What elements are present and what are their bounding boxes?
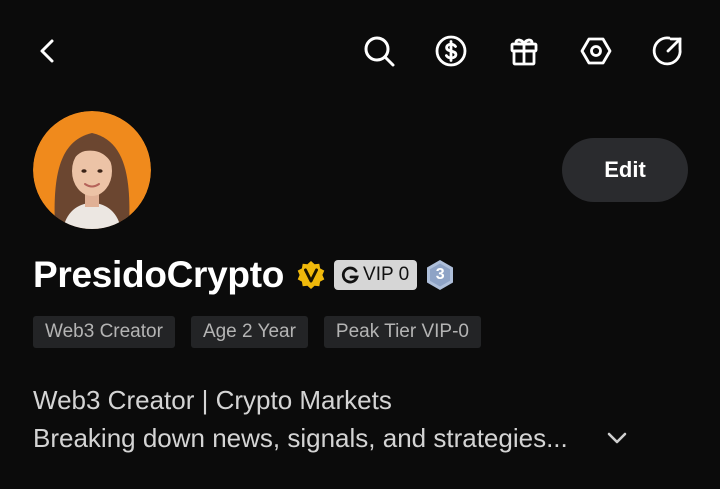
vip-g-icon <box>341 266 359 284</box>
settings-icon <box>580 37 612 65</box>
vip-label: VIP 0 <box>363 264 410 285</box>
edit-profile-button[interactable]: Edit <box>562 138 688 202</box>
verified-v-icon <box>297 261 325 289</box>
tag-creator: Web3 Creator <box>33 316 175 348</box>
avatar[interactable] <box>33 111 151 229</box>
level-badge[interactable]: 3 <box>425 259 455 291</box>
name-row: PresidoCrypto VIP 0 3 <box>33 252 455 298</box>
chevron-down-icon[interactable] <box>604 428 630 448</box>
username: PresidoCrypto <box>33 254 285 295</box>
bio-line-1: Web3 Creator | Crypto Markets <box>33 385 392 415</box>
dollar-button[interactable] <box>433 33 469 69</box>
dollar-icon <box>435 35 467 67</box>
share-button[interactable] <box>650 33 686 69</box>
bio-line-2: Breaking down news, signals, and strateg… <box>33 423 568 453</box>
top-bar <box>0 0 720 100</box>
search-icon <box>364 36 395 67</box>
back-button[interactable] <box>30 33 66 69</box>
settings-button[interactable] <box>578 33 614 69</box>
profile-tags: Web3 Creator Age 2 Year Peak Tier VIP-0 <box>33 316 481 348</box>
tag-peak-tier: Peak Tier VIP-0 <box>323 316 481 348</box>
profile-bio: Web3 Creator | Crypto Markets Breaking d… <box>33 381 693 457</box>
gift-button[interactable] <box>506 33 542 69</box>
level-number: 3 <box>435 266 445 283</box>
tag-account-age: Age 2 Year <box>190 316 308 348</box>
search-button[interactable] <box>361 33 397 69</box>
share-icon <box>652 36 682 66</box>
back-icon <box>40 39 54 63</box>
gift-icon <box>510 38 538 66</box>
vip-badge[interactable]: VIP 0 <box>334 260 418 290</box>
